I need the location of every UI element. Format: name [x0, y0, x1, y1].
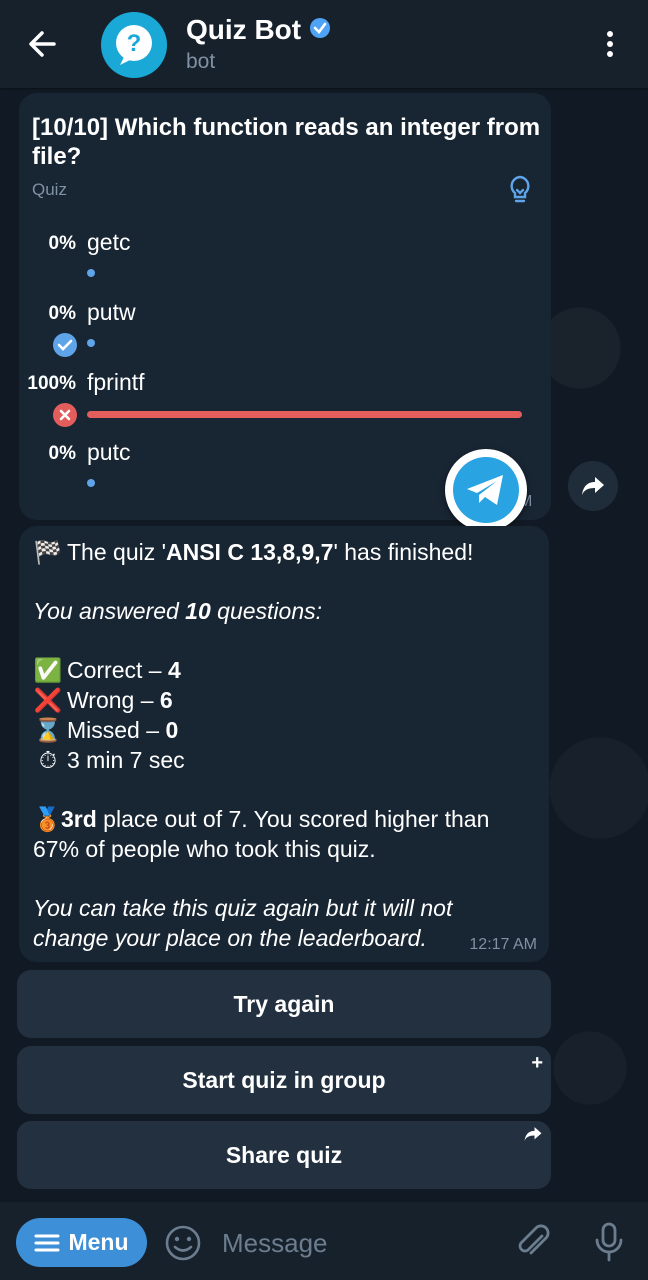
more-vertical-icon[interactable] — [596, 26, 624, 62]
forward-arrow-icon[interactable] — [568, 461, 618, 511]
try-again-label: Try again — [233, 990, 335, 1017]
option-label: fprintf — [87, 369, 145, 395]
cross-mark-icon: ❌ — [33, 687, 63, 713]
place-value: 3rd — [61, 806, 97, 832]
message-time: 12:17 AM — [469, 936, 537, 953]
option-label: getc — [87, 229, 131, 255]
option-percent: 0% — [48, 303, 76, 324]
hamburger-icon — [34, 1234, 60, 1251]
correct-check-icon — [53, 333, 77, 357]
stopwatch-icon: ⏱ — [39, 747, 57, 773]
option-bar — [87, 411, 522, 418]
check-mark-icon: ✅ — [33, 657, 63, 683]
checkered-flag-icon: 🏁 — [33, 539, 63, 565]
result-correct-line: ✅ Correct – 4 — [33, 655, 181, 685]
option-bar — [87, 339, 95, 347]
option-label: putw — [87, 299, 136, 325]
poll-question: [10/10] Which function reads an integer … — [32, 114, 541, 170]
result-duration-line: ⏱ 3 min 7 sec — [33, 745, 185, 775]
answered-prefix: You answered — [33, 598, 186, 624]
option-bar — [87, 269, 95, 277]
option-percent: 0% — [48, 233, 76, 254]
plus-icon: + — [531, 1052, 543, 1074]
poll-option[interactable]: 0% putw — [19, 299, 551, 363]
chat-header: ? Quiz Bot bot — [0, 0, 648, 88]
place-rest: place out of 7. You scored higher than — [96, 806, 490, 832]
finished-suffix: ' has finished! — [333, 539, 474, 565]
lightbulb-icon[interactable] — [505, 173, 535, 207]
menu-button[interactable]: Menu — [16, 1218, 147, 1267]
option-label: putc — [87, 439, 131, 465]
result-percentile-line: 67% of people who took this quiz. — [33, 836, 376, 862]
bronze-medal-icon: 🥉 — [33, 806, 62, 832]
start-quiz-in-group-button[interactable]: Start quiz in group + — [17, 1046, 551, 1114]
missed-label: Missed – — [67, 717, 166, 743]
option-percent: 100% — [27, 373, 76, 394]
poll-option[interactable]: 0% getc — [19, 229, 551, 293]
finished-prefix: The quiz ' — [67, 539, 166, 565]
poll-option[interactable]: 100% fprintf — [19, 369, 551, 433]
start-group-label: Start quiz in group — [182, 1066, 386, 1093]
message-input[interactable] — [220, 1222, 504, 1264]
question-icon: ? — [116, 25, 152, 65]
verified-badge-icon — [309, 14, 331, 46]
duration-value: 3 min 7 sec — [67, 747, 185, 773]
message-composer: Menu — [0, 1202, 648, 1280]
quiz-result-message: 🏁 The quiz 'ANSI C 13,8,9,7' has finished… — [19, 526, 549, 962]
hourglass-icon: ⌛ — [33, 717, 63, 743]
result-wrong-line: ❌ Wrong – 6 — [33, 685, 173, 715]
result-note-line-2: change your place on the leaderboard. — [33, 925, 427, 951]
paperclip-icon[interactable] — [514, 1222, 554, 1262]
result-finished-line: 🏁 The quiz 'ANSI C 13,8,9,7' has finished… — [33, 537, 474, 567]
avatar[interactable]: ? — [101, 12, 167, 78]
share-quiz-button[interactable]: Share quiz — [17, 1121, 551, 1189]
share-arrow-icon — [523, 1125, 543, 1149]
option-percent: 0% — [48, 443, 76, 464]
missed-value: 0 — [165, 717, 179, 743]
result-missed-line: ⌛ Missed – 0 — [33, 715, 179, 745]
try-again-button[interactable]: Try again — [17, 970, 551, 1038]
menu-label: Menu — [68, 1229, 129, 1255]
telegram-logo-icon — [445, 449, 527, 531]
result-answered-line: You answered 10 questions: — [33, 596, 322, 626]
result-place-line: 🥉3rd place out of 7. You scored higher t… — [33, 804, 489, 834]
option-bar — [87, 479, 95, 487]
back-arrow-icon[interactable] — [22, 24, 66, 64]
wrong-x-icon — [53, 403, 77, 427]
wrong-label: Wrong – — [67, 687, 160, 713]
emoji-smile-icon[interactable] — [163, 1223, 203, 1263]
chat-title-text: Quiz Bot — [186, 14, 302, 45]
correct-label: Correct – — [67, 657, 168, 683]
wrong-value: 6 — [159, 687, 173, 713]
answered-count: 10 — [185, 598, 211, 624]
poll-type-label: Quiz — [32, 180, 67, 199]
answered-suffix: questions: — [210, 598, 323, 624]
share-label: Share quiz — [225, 1141, 343, 1168]
correct-value: 4 — [167, 657, 181, 683]
chat-title: Quiz Bot — [186, 14, 331, 46]
svg-text:?: ? — [127, 30, 142, 57]
microphone-icon[interactable] — [592, 1220, 626, 1264]
chat-title-block[interactable]: Quiz Bot bot — [186, 14, 331, 74]
chat-subtitle: bot — [186, 50, 216, 73]
quiz-name: ANSI C 13,8,9,7 — [166, 539, 334, 565]
result-note-line-1: You can take this quiz again but it will… — [33, 895, 453, 921]
